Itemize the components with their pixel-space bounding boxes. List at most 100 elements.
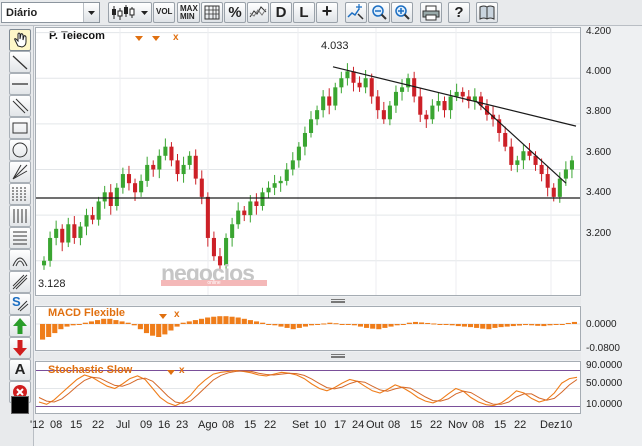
arrow-up-tool[interactable] xyxy=(9,315,31,337)
macd-bar xyxy=(516,324,522,326)
horizontal-lines-tool[interactable] xyxy=(9,227,31,249)
horizontal-line-tool[interactable] xyxy=(9,73,31,95)
price-axis: 4.200 4.000 3.800 3.600 3.400 3.200 xyxy=(582,26,642,296)
macd-panel[interactable]: MACD Flexible x xyxy=(35,306,581,351)
macd-bar xyxy=(339,324,345,325)
candle-body xyxy=(84,215,89,227)
candle-body xyxy=(284,169,289,181)
macd-bar xyxy=(150,324,156,336)
candle-body xyxy=(242,210,247,216)
macd-dropdown-icon[interactable] xyxy=(159,314,167,319)
date-axis: '12 08 15 22 Jul 09 16 23 Ago 08 15 22 Set 10 17 24 Out 0… xyxy=(30,416,582,446)
grid-toggle[interactable] xyxy=(201,2,223,23)
circle-icon xyxy=(12,142,28,158)
help-button[interactable]: ? xyxy=(448,2,470,23)
zoom-in-button[interactable] xyxy=(391,2,413,23)
macd-bar xyxy=(58,324,64,330)
vertical-lines-tool[interactable] xyxy=(9,205,31,227)
log-scale-button[interactable]: L xyxy=(293,2,315,23)
macd-bar xyxy=(223,316,229,324)
trendline-tool[interactable] xyxy=(9,51,31,73)
candle-body xyxy=(381,110,386,120)
candle-body xyxy=(90,215,95,220)
price-tick: 4.000 xyxy=(586,66,612,77)
pointer-tool[interactable] xyxy=(9,29,31,51)
macd-bar xyxy=(480,324,486,329)
macd-bar xyxy=(296,324,302,328)
crosshair-button[interactable]: + xyxy=(316,1,338,23)
macd-bar xyxy=(419,322,425,324)
daily-button[interactable]: D xyxy=(270,2,292,23)
arrow-down-tool[interactable] xyxy=(9,337,31,359)
panel-splitter[interactable] xyxy=(35,297,581,305)
stochastic-dropdown-icon[interactable] xyxy=(167,370,175,375)
macd-bar xyxy=(492,324,498,328)
macd-bar xyxy=(137,324,143,330)
price-chart-canvas xyxy=(36,28,580,295)
compare-button[interactable] xyxy=(247,2,269,23)
percent-toggle[interactable]: % xyxy=(224,2,246,23)
parallel-lines-tool[interactable] xyxy=(9,95,31,117)
macd-bar xyxy=(357,324,364,327)
candle-body xyxy=(515,160,520,165)
date-tick: 08 xyxy=(388,419,401,431)
date-tick: 17 xyxy=(334,419,347,431)
ellipse-tool[interactable] xyxy=(9,139,31,161)
candle-body xyxy=(363,78,368,88)
fan-tool[interactable] xyxy=(9,161,31,183)
fibonacci-tool[interactable] xyxy=(9,183,31,205)
grid-icon xyxy=(204,5,220,20)
hand-pointer-icon xyxy=(14,32,27,48)
chart-type-button[interactable] xyxy=(108,2,152,23)
candle-body xyxy=(108,192,113,206)
print-button[interactable] xyxy=(420,2,442,23)
macd-bar xyxy=(388,324,394,327)
printer-icon xyxy=(422,5,440,21)
volume-toggle[interactable]: VOL xyxy=(153,2,175,23)
toolbar: Diário VOL MAX MIN % D L + ? xyxy=(0,0,642,26)
date-tick: Jul xyxy=(116,419,131,431)
maxmin-toggle[interactable]: MAX MIN xyxy=(177,2,200,23)
macd-bar xyxy=(382,324,388,328)
book-icon xyxy=(479,5,495,20)
zoom-out-button[interactable] xyxy=(368,2,390,23)
macd-bar xyxy=(217,316,223,324)
candle-body xyxy=(66,224,71,243)
short-trendline xyxy=(475,100,567,184)
channel-icon xyxy=(12,274,28,290)
zoom-fit-button[interactable] xyxy=(345,2,367,23)
text-tool[interactable]: A xyxy=(9,359,31,381)
fan-lines-icon xyxy=(12,164,28,180)
candle-body xyxy=(48,237,53,261)
candle-body xyxy=(563,169,568,179)
macd-bar xyxy=(143,324,150,334)
macd-bar xyxy=(302,324,308,327)
arc-tool[interactable] xyxy=(9,249,31,271)
panel-splitter[interactable] xyxy=(35,352,581,360)
date-tick: 08 xyxy=(50,419,63,431)
color-swatch[interactable] xyxy=(11,396,29,414)
candle-body xyxy=(393,91,399,106)
macd-bar xyxy=(107,318,113,324)
manual-button[interactable] xyxy=(476,2,498,23)
price-tick: 3.200 xyxy=(586,228,612,239)
macd-bar xyxy=(82,322,88,324)
channel-tool[interactable] xyxy=(9,271,31,293)
stochastic-panel[interactable]: Stochastic Slow x xyxy=(35,361,581,414)
price-chart-panel[interactable]: P. Telecom x 4.033 3.128 negocios online xyxy=(35,27,581,296)
candle-body xyxy=(266,187,271,193)
rectangle-tool[interactable] xyxy=(9,117,31,139)
macd-bar xyxy=(376,324,382,330)
candle-body xyxy=(133,183,138,193)
remove-stochastic-icon[interactable]: x xyxy=(179,365,185,376)
macd-bar xyxy=(95,320,101,324)
arrow-down-icon xyxy=(13,340,27,356)
date-tick: '12 xyxy=(30,419,45,431)
macd-bar xyxy=(449,324,455,326)
candle-body xyxy=(551,187,556,197)
candle-body xyxy=(545,174,550,188)
speed-lines-tool[interactable]: S xyxy=(9,293,31,315)
remove-macd-icon[interactable]: x xyxy=(174,309,180,320)
candle-body xyxy=(193,155,198,179)
period-select[interactable]: Diário xyxy=(1,2,100,23)
